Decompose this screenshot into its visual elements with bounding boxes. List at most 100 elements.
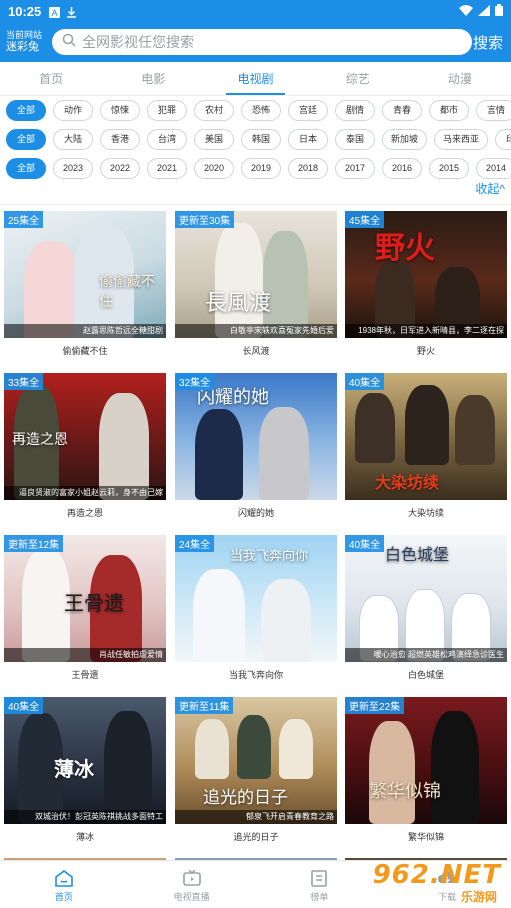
list-item[interactable]: 当我飞奔向你 24集全 当我飞奔向你 [175, 535, 337, 681]
filter-chip[interactable]: 2015 [429, 158, 469, 179]
list-item[interactable]: 偷偷藏不住 25集全 赵露思陈哲远全糖甜剧 偷偷藏不住 [4, 211, 166, 357]
filter-chip[interactable]: 韩国 [241, 129, 281, 150]
list-item[interactable]: 野火 45集全 1938年秋，日军进入新晴县，李二逐在探 野火 [345, 211, 507, 357]
filter-chip[interactable]: 恐怖 [241, 100, 281, 121]
filter-chip[interactable]: 2023 [53, 158, 93, 179]
filter-chip[interactable]: 犯罪 [147, 100, 187, 121]
collapse-filters-button[interactable]: 收起^ [475, 180, 505, 197]
poster-caption: 肖战任敏拍虐爱情 [4, 648, 166, 662]
series-title: 当我飞奔向你 [228, 670, 283, 680]
nav-home[interactable]: 首页 [0, 861, 128, 908]
episode-badge: 40集全 [345, 535, 385, 552]
search-button[interactable]: 搜索 [473, 32, 505, 53]
filter-chip[interactable]: 香港 [100, 129, 140, 150]
list-item[interactable]: 追光的日子 更新至11集 郁泉飞开启青春教育之路 追光的日子 [175, 697, 337, 843]
genre-filter-row: 全部 动作 惊悚 犯罪 农村 恐怖 宫廷 剧情 青春 都市 言情 [0, 100, 511, 125]
filter-chip[interactable]: 印度 [495, 129, 511, 150]
poster-image: 薄冰 40集全 双城治伏！彭冠英陈祺挑战多面特工 [4, 697, 166, 824]
filter-chip[interactable]: 2014 [476, 158, 511, 179]
episode-badge: 更新至12集 [4, 535, 64, 552]
poster-caption: 赵露思陈哲远全糖甜剧 [4, 324, 166, 338]
filter-chip[interactable]: 2016 [382, 158, 422, 179]
status-time: 10:25 [8, 3, 42, 19]
poster-image: 闪耀的她 32集全 [175, 373, 337, 500]
filter-chip[interactable]: 动作 [53, 100, 93, 121]
poster-image: 追光的日子 更新至11集 郁泉飞开启青春教育之路 [175, 697, 337, 824]
poster-title: 大染坊续 [375, 473, 440, 492]
list-item[interactable]: 繁华似锦 更新至22集 繁华似锦 [345, 697, 507, 843]
filter-chip[interactable]: 2020 [194, 158, 234, 179]
episode-badge: 40集全 [4, 697, 44, 714]
filter-chip[interactable]: 言情 [476, 100, 511, 121]
watermark-line2: 乐游网 [460, 890, 497, 904]
filter-chip[interactable]: 2017 [335, 158, 375, 179]
filter-panel: 全部 动作 惊悚 犯罪 农村 恐怖 宫廷 剧情 青春 都市 言情 全部 大陆 香港 台湾 美国 韩国 日本 泰国新… [0, 100, 511, 187]
filter-chip[interactable]: 台湾 [147, 129, 187, 150]
episode-badge: 25集全 [4, 211, 44, 228]
poster-title: 王骨遗 [64, 591, 124, 615]
episode-badge: 更新至30集 [175, 211, 235, 228]
filter-chip[interactable]: 2022 [100, 158, 140, 179]
status-bar: 10:25 A [0, 0, 511, 22]
filter-chip[interactable]: 都市 [429, 100, 469, 121]
filter-chip[interactable]: 新加坡 [382, 129, 428, 150]
poster-image: 繁华似锦 更新至22集 [345, 697, 507, 824]
episode-badge: 40集全 [345, 373, 385, 390]
nav-tv-live[interactable]: 电视直播 [128, 861, 256, 908]
filter-chip[interactable]: 2021 [147, 158, 187, 179]
search-input[interactable]: 全网影视任您搜索 [52, 29, 472, 55]
filter-chip[interactable]: 全部 [6, 129, 46, 150]
episode-badge: 更新至22集 [345, 697, 405, 714]
tab-variety[interactable]: 综艺 [307, 62, 409, 95]
tab-movies[interactable]: 电影 [102, 62, 204, 95]
download-notification-icon [66, 6, 77, 18]
list-item[interactable]: 白色城堡 40集全 暖心治愈 超燃英雄松鸡演绎急诊医生 白色城堡 [345, 535, 507, 681]
list-item[interactable]: 闪耀的她 32集全 闪耀的她 [175, 373, 337, 519]
filter-chip[interactable]: 泰国 [335, 129, 375, 150]
poster-title: 偷偷藏不住 [99, 274, 155, 310]
poster-title: 白色城堡 [385, 545, 450, 564]
category-tabs: 首页 电影 电视剧 综艺 动漫 [0, 62, 511, 96]
tab-home[interactable]: 首页 [0, 62, 102, 95]
filter-chip[interactable]: 2018 [288, 158, 328, 179]
filter-chip[interactable]: 大陆 [53, 129, 93, 150]
filter-chip[interactable]: 美国 [194, 129, 234, 150]
nav-ranking[interactable]: 榜单 [256, 861, 384, 908]
filter-chip[interactable]: 全部 [6, 158, 46, 179]
site-switcher[interactable]: 当前网站 迷彩兔 [6, 30, 46, 54]
list-item[interactable]: 再造之恩 33集全 逼良贤淑的富家小姐赵云莉，身不由己嫁 再造之恩 [4, 373, 166, 519]
filter-chip[interactable]: 日本 [288, 129, 328, 150]
list-item[interactable]: 薄冰 40集全 双城治伏！彭冠英陈祺挑战多面特工 薄冰 [4, 697, 166, 843]
episode-badge: 32集全 [175, 373, 215, 390]
nav-ranking-label: 榜单 [310, 892, 329, 902]
filter-chip[interactable]: 惊悚 [100, 100, 140, 121]
filter-chip[interactable]: 2019 [241, 158, 281, 179]
filter-chip[interactable]: 剧情 [335, 100, 375, 121]
poster-image: 当我飞奔向你 24集全 [175, 535, 337, 662]
series-title: 追光的日子 [233, 832, 279, 842]
list-item[interactable]: 長風渡 更新至30集 白敬亭宋轶欢喜冤家先婚后爱 长风渡 [175, 211, 337, 357]
tab-anime[interactable]: 动漫 [409, 62, 511, 95]
poster-image: 再造之恩 33集全 逼良贤淑的富家小姐赵云莉，身不由己嫁 [4, 373, 166, 500]
filter-chip[interactable]: 马来西亚 [434, 129, 489, 150]
list-item[interactable]: 大染坊续 40集全 大染坊续 [345, 373, 507, 519]
svg-text:A: A [52, 8, 58, 18]
poster-caption: 郁泉飞开启青春教育之路 [175, 810, 337, 824]
series-title: 偷偷藏不住 [62, 346, 108, 356]
filter-chip[interactable]: 宫廷 [288, 100, 328, 121]
filter-chip[interactable]: 全部 [6, 100, 46, 121]
ranking-icon [311, 870, 328, 887]
poster-title: 野火 [375, 231, 435, 266]
poster-title: 追光的日子 [203, 788, 288, 808]
list-item[interactable]: 王骨遗 更新至12集 肖战任敏拍虐爱情 王骨遗 [4, 535, 166, 681]
region-filter-row: 全部大陆香港台湾美国韩国日本泰国新加坡马来西亚印度 [0, 129, 511, 154]
poster-image: 野火 45集全 1938年秋，日军进入新晴县，李二逐在探 [345, 211, 507, 338]
poster-caption: 双城治伏！彭冠英陈祺挑战多面特工 [4, 810, 166, 824]
series-title: 薄冰 [75, 832, 94, 842]
watermark-line1: 962.NET [372, 860, 501, 890]
episode-badge: 45集全 [345, 211, 385, 228]
site-label: 当前网站 [6, 30, 43, 40]
filter-chip[interactable]: 青春 [382, 100, 422, 121]
tab-tv-series[interactable]: 电视剧 [204, 62, 306, 95]
filter-chip[interactable]: 农村 [194, 100, 234, 121]
